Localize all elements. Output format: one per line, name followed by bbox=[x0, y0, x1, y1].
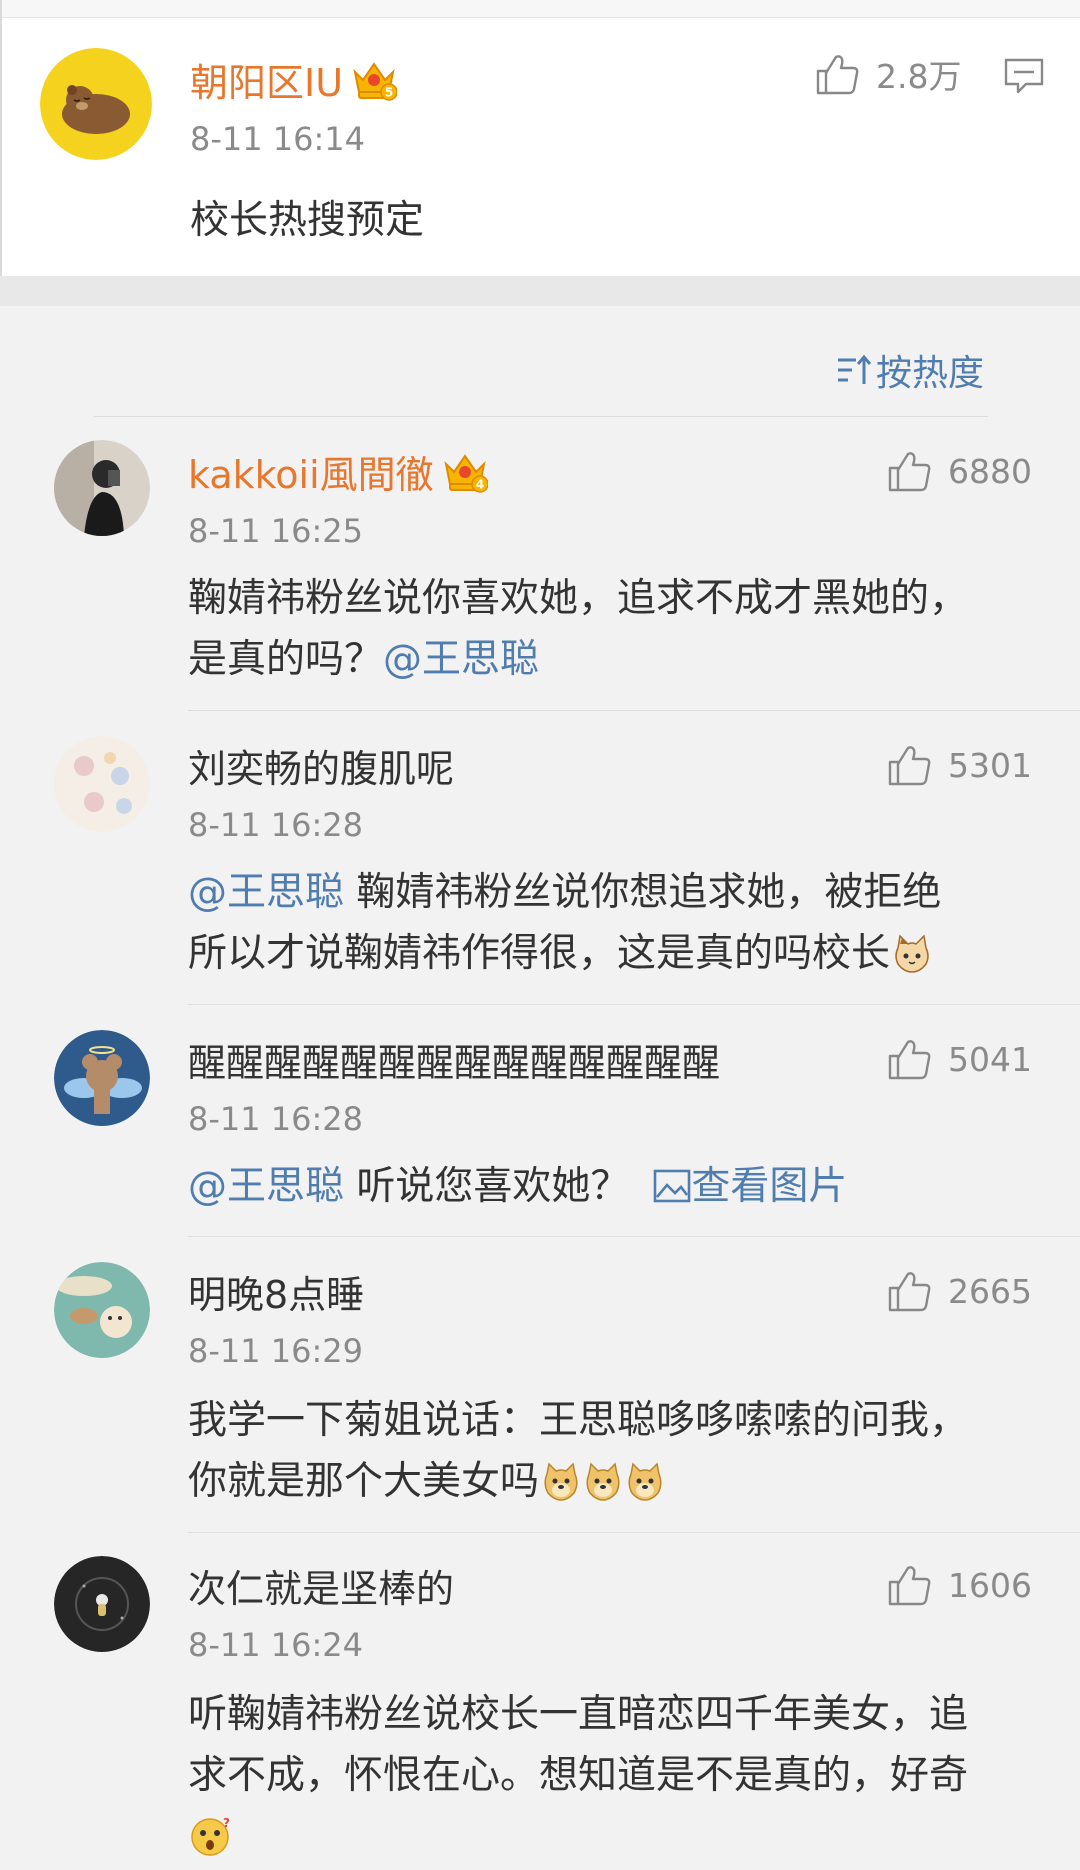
sort-toggle[interactable]: 按热度 bbox=[834, 344, 984, 396]
thumbs-up-icon bbox=[888, 1566, 931, 1606]
avatar[interactable] bbox=[40, 48, 152, 160]
comment-text: 听鞠婧祎粉丝说校长一直暗恋四千年美女，追 求不成，怀恨在心。想知道是不是真的，好… bbox=[188, 1684, 1068, 1867]
like-count: 5041 bbox=[948, 1039, 1032, 1079]
comment-time: 8-11 16:24 bbox=[188, 1626, 364, 1664]
view-image-link[interactable]: 查看图片 bbox=[629, 1164, 847, 1209]
doge-emoji-icon bbox=[628, 1462, 662, 1501]
curious-face-emoji-icon: ? bbox=[191, 1817, 230, 1856]
svg-text:4: 4 bbox=[475, 478, 483, 492]
like-count: 2665 bbox=[948, 1271, 1032, 1311]
comment-time: 8-11 16:14 bbox=[190, 120, 366, 158]
divider bbox=[188, 1532, 1080, 1533]
comment-line: 所以才说鞠婧祎作得很，这是真的吗校长 bbox=[188, 923, 1068, 984]
comment-time: 8-11 16:29 bbox=[188, 1332, 364, 1370]
divider bbox=[94, 416, 988, 417]
like-button[interactable]: 5041 bbox=[886, 1036, 1032, 1082]
username[interactable]: 次仁就是坚棒的 bbox=[188, 1558, 454, 1613]
username[interactable]: 刘奕畅的腹肌呢 bbox=[188, 738, 454, 793]
avatar[interactable] bbox=[54, 440, 150, 536]
like-button[interactable]: 6880 bbox=[886, 448, 1032, 494]
comment-line-text: 所以才说鞠婧祎作得很，这是真的吗校长 bbox=[188, 931, 891, 976]
thumbs-up-icon bbox=[888, 452, 931, 492]
comment-line: @王思聪 鞠婧祎粉丝说你想追求她，被拒绝 bbox=[188, 862, 1068, 923]
main-comment: 朝阳区IU 5 8-11 16:14 校长热搜预定 2.8万 bbox=[0, 0, 1080, 276]
view-image-text[interactable]: 查看图片 bbox=[691, 1164, 847, 1209]
like-button[interactable]: 5301 bbox=[886, 742, 1032, 788]
vip-crown-icon: 4 bbox=[444, 454, 488, 493]
comment-line: 是真的吗？@王思聪 bbox=[188, 629, 1068, 690]
comment-time: 8-11 16:25 bbox=[188, 512, 364, 550]
svg-text:5: 5 bbox=[385, 86, 393, 100]
cat-emoji-icon bbox=[895, 934, 929, 973]
comment-line: 鞠婧祎粉丝说你喜欢她，追求不成才黑她的， bbox=[188, 576, 969, 621]
top-divider bbox=[2, 0, 1080, 18]
thumbs-up-icon bbox=[816, 55, 859, 95]
like-count: 1606 bbox=[948, 1565, 1032, 1605]
reply-icon[interactable] bbox=[1002, 54, 1046, 98]
doge-emoji-icon bbox=[586, 1462, 620, 1501]
comment-line-text: 听说您喜欢她？ bbox=[344, 1164, 630, 1209]
username[interactable]: 朝阳区IU 5 bbox=[190, 52, 398, 107]
comment-line: 你就是那个大美女吗 bbox=[188, 1451, 1068, 1512]
divider bbox=[188, 1004, 1080, 1005]
comment-text: @王思聪 听说您喜欢她？ 查看图片 bbox=[188, 1156, 1068, 1217]
comment-line-text: 鞠婧祎粉丝说你想追求她，被拒绝 bbox=[344, 870, 942, 915]
comment-line: 我学一下菊姐说话：王思聪哆哆嗦嗦的问我， bbox=[188, 1398, 969, 1443]
comment-line: 听鞠婧祎粉丝说校长一直暗恋四千年美女，追 bbox=[188, 1692, 969, 1737]
comment-line-text: 是真的吗？ bbox=[188, 637, 384, 682]
mention-link[interactable]: @王思聪 bbox=[188, 870, 344, 915]
username-text[interactable]: 朝阳区IU bbox=[190, 61, 343, 105]
comment-line: 求不成，怀恨在心。想知道是不是真的，好奇 bbox=[188, 1753, 969, 1798]
comment-text: @王思聪 鞠婧祎粉丝说你想追求她，被拒绝 所以才说鞠婧祎作得很，这是真的吗校长 bbox=[188, 862, 1068, 984]
vip-crown-icon: 5 bbox=[353, 62, 398, 101]
svg-text:?: ? bbox=[223, 1817, 230, 1830]
username[interactable]: 醒醒醒醒醒醒醒醒醒醒醒醒醒醒 bbox=[188, 1032, 720, 1087]
thumbs-up-icon bbox=[888, 1040, 931, 1080]
mention-link[interactable]: @王思聪 bbox=[383, 637, 539, 682]
comment-line: ? bbox=[188, 1806, 1068, 1867]
username-text[interactable]: kakkoii風間徹 bbox=[188, 453, 434, 497]
comment-text: 校长热搜预定 bbox=[190, 198, 425, 243]
username[interactable]: 明晚8点睡 bbox=[188, 1264, 364, 1319]
comment-text: 我学一下菊姐说话：王思聪哆哆嗦嗦的问我， 你就是那个大美女吗 bbox=[188, 1390, 1068, 1512]
sort-icon bbox=[838, 354, 872, 384]
comment-text: 鞠婧祎粉丝说你喜欢她，追求不成才黑她的， 是真的吗？@王思聪 bbox=[188, 568, 1068, 690]
like-count: 5301 bbox=[948, 745, 1032, 785]
like-button[interactable]: 1606 bbox=[886, 1562, 1032, 1608]
like-button[interactable]: 2665 bbox=[886, 1268, 1032, 1314]
comment-time: 8-11 16:28 bbox=[188, 806, 364, 844]
avatar[interactable] bbox=[54, 1556, 150, 1652]
image-icon bbox=[654, 1169, 691, 1203]
comment-time: 8-11 16:28 bbox=[188, 1100, 364, 1138]
thumbs-up-icon bbox=[888, 1272, 931, 1312]
avatar[interactable] bbox=[54, 1030, 150, 1126]
like-button[interactable]: 2.8万 bbox=[814, 50, 961, 98]
comment-line-text: 你就是那个大美女吗 bbox=[188, 1459, 540, 1504]
section-gap bbox=[0, 276, 1080, 306]
mention-link[interactable]: @王思聪 bbox=[188, 1164, 344, 1209]
divider bbox=[188, 1236, 1080, 1237]
divider bbox=[188, 710, 1080, 711]
thumbs-up-icon bbox=[888, 746, 931, 786]
doge-emoji-icon bbox=[544, 1462, 578, 1501]
avatar[interactable] bbox=[54, 1262, 150, 1358]
like-count: 2.8万 bbox=[876, 57, 962, 96]
sort-label: 按热度 bbox=[876, 353, 985, 394]
like-count: 6880 bbox=[948, 451, 1032, 491]
username[interactable]: kakkoii風間徹 4 bbox=[188, 444, 488, 499]
avatar[interactable] bbox=[54, 736, 150, 832]
